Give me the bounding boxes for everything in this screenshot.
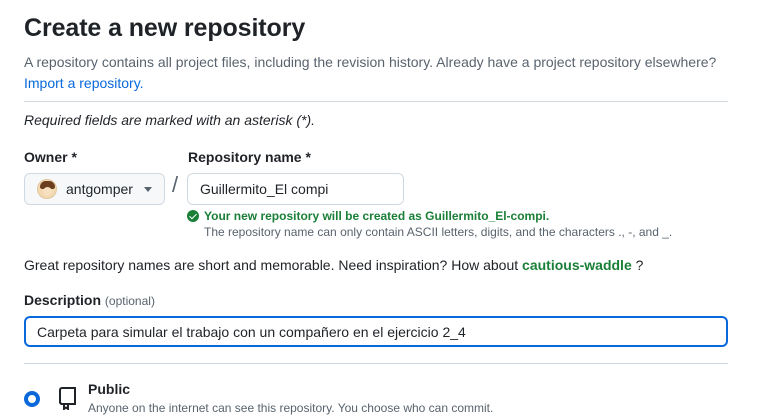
import-repository-link[interactable]: Import a repository. <box>24 75 144 91</box>
optional-tag: (optional) <box>104 294 155 308</box>
owner-dropdown[interactable]: antgomper <box>24 173 165 205</box>
owner-name: antgomper <box>66 181 133 197</box>
repository-name-label: Repository name * <box>188 149 311 165</box>
intro-text: A repository contains all project files,… <box>24 52 729 94</box>
description-label: Description (optional) <box>24 292 155 308</box>
public-option-description: Anyone on the internet can see this repo… <box>88 401 494 415</box>
divider <box>24 101 728 102</box>
owner-label: Owner * <box>24 149 77 165</box>
inspiration-question-mark: ? <box>635 257 644 273</box>
validation-message: Your new repository will be created as G… <box>204 209 550 223</box>
triangle-down-icon <box>144 187 152 192</box>
public-radio[interactable] <box>24 391 40 407</box>
repository-name-hint: The repository name can only contain ASC… <box>204 225 673 239</box>
repo-icon <box>59 387 76 410</box>
public-option-label: Public <box>88 381 131 397</box>
description-label-text: Description <box>24 292 102 308</box>
repository-name-validation: Your new repository will be created as G… <box>187 209 549 223</box>
divider <box>24 363 728 364</box>
required-fields-note: Required fields are marked with an aster… <box>24 112 316 128</box>
repository-name-input[interactable] <box>187 173 404 205</box>
description-input[interactable] <box>24 316 728 347</box>
intro-description: A repository contains all project files,… <box>24 54 717 70</box>
name-inspiration: Great repository names are short and mem… <box>24 257 643 273</box>
check-circle-fill-icon <box>187 210 199 222</box>
owner-repo-separator: / <box>172 172 179 197</box>
avatar <box>37 179 57 199</box>
page-title: Create a new repository <box>24 14 306 42</box>
suggested-name-button[interactable]: cautious-waddle <box>522 257 632 273</box>
inspiration-text: Great repository names are short and mem… <box>24 257 519 273</box>
